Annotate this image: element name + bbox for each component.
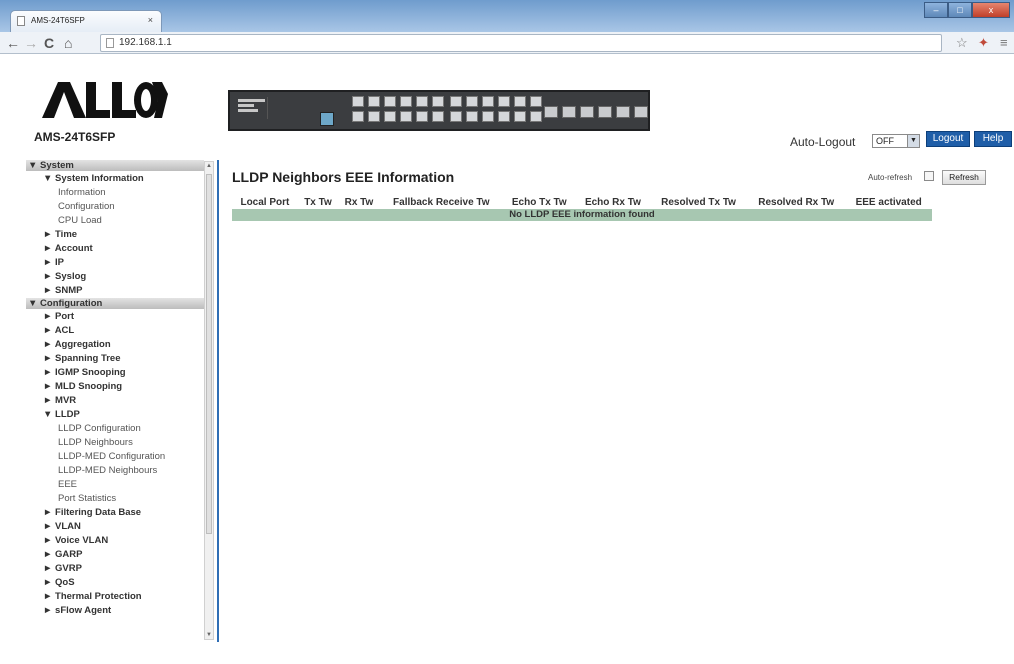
sfp-ports [544,106,648,118]
help-button[interactable]: Help [974,131,1012,147]
page-title: LLDP Neighbors EEE Information [232,169,455,185]
col-resolved-rx-tw: Resolved Rx Tw [758,196,835,208]
eee-neighbors-table: Local Port Tx Tw Rx Tw Fallback Receive … [232,195,932,221]
auto-logout-value: OFF [876,136,894,146]
alloy-logo-svg [42,82,168,118]
sidebar-item-account[interactable]: ► Account [26,242,204,256]
address-bar[interactable]: 192.168.1.1 [100,34,942,52]
sidebar-item-mld-snooping[interactable]: ► MLD Snooping [26,380,204,394]
switch-brand-label [236,97,268,119]
col-fallback-receive-tw: Fallback Receive Tw [393,196,490,208]
sidebar-item-ip[interactable]: ► IP [26,256,204,270]
sidebar-item-igmp-snooping[interactable]: ► IGMP Snooping [26,366,204,380]
close-window-button[interactable]: x [972,2,1010,18]
sidebar-configuration-header[interactable]: ▼ Configuration [26,298,204,309]
minimize-button[interactable]: – [924,2,948,18]
back-icon[interactable]: ← [6,34,20,52]
sidebar-item-garp[interactable]: ► GARP [26,548,204,562]
sidebar-system-information[interactable]: ▼ System Information [26,172,204,186]
sidebar-item-gvrp[interactable]: ► GVRP [26,562,204,576]
sidebar-item-information[interactable]: Information [26,186,204,200]
col-resolved-tx-tw: Resolved Tx Tw [661,196,736,208]
star-icon[interactable]: ☆ [956,35,968,51]
sidebar-item-sflow-agent[interactable]: ► sFlow Agent [26,604,204,618]
sidebar-item-port-statistics[interactable]: Port Statistics [26,492,204,506]
console-port [320,112,334,126]
col-eee-activated: EEE activated [855,196,922,208]
sidebar-item-thermal-protection[interactable]: ► Thermal Protection [26,590,204,604]
window-controls: – □ x [924,2,1010,18]
maximize-button[interactable]: □ [948,2,972,18]
sidebar-item-lldp[interactable]: ▼ LLDP [26,408,204,422]
page-icon [17,16,25,26]
col-rx-tw: Rx Tw [344,196,374,208]
auto-refresh-label: Auto-refresh [868,173,913,182]
browser-tab[interactable]: AMS-24T6SFP × [10,10,162,32]
sidebar-item-acl[interactable]: ► ACL [26,324,204,338]
refresh-button[interactable]: Refresh [942,170,986,185]
alloy-logo [40,80,170,120]
home-icon[interactable]: ⌂ [64,34,72,52]
sidebar-item-cpu-load[interactable]: CPU Load [26,214,204,228]
sidebar-item-vlan[interactable]: ► VLAN [26,520,204,534]
url-text: 192.168.1.1 [119,37,172,48]
sidebar-item-spanning-tree[interactable]: ► Spanning Tree [26,352,204,366]
empty-message: No LLDP EEE information found [232,209,932,221]
sidebar-item-aggregation[interactable]: ► Aggregation [26,338,204,352]
browser-toolbar: ← → C ⌂ 192.168.1.1 ☆ ✦ ≡ [0,32,1014,54]
sidebar-item-syslog[interactable]: ► Syslog [26,270,204,284]
browser-titlebar: AMS-24T6SFP × – □ x [0,0,1014,32]
sidebar-item-qos[interactable]: ► QoS [26,576,204,590]
table-row: No LLDP EEE information found [232,209,932,221]
table-header-row: Local Port Tx Tw Rx Tw Fallback Receive … [232,195,932,209]
sidebar-item-lldp-configuration[interactable]: LLDP Configuration [26,422,204,436]
sidebar-item-lldp-med-neighbours[interactable]: LLDP-MED Neighbours [26,464,204,478]
col-echo-tx-tw: Echo Tx Tw [511,196,567,208]
sidebar-system-header[interactable]: ▼ System [26,160,204,171]
tab-close-icon[interactable]: × [148,15,153,25]
sidebar-item-lldp-neighbours[interactable]: LLDP Neighbours [26,436,204,450]
chevron-down-icon: ▼ [907,135,919,147]
sidebar-item-voice-vlan[interactable]: ► Voice VLAN [26,534,204,548]
sidebar-nav: ▼ System ▼ System Information Informatio… [26,160,204,642]
sidebar-item-mvr[interactable]: ► MVR [26,394,204,408]
switch-front-panel-image [228,90,650,131]
scrollbar-thumb[interactable] [206,174,212,534]
col-tx-tw: Tx Tw [304,196,332,208]
sidebar-item-filtering-data-base[interactable]: ► Filtering Data Base [26,506,204,520]
col-echo-rx-tw: Echo Rx Tw [584,196,641,208]
col-local-port: Local Port [240,196,290,208]
scroll-up-icon[interactable]: ▲ [206,163,212,169]
frame-divider [217,160,219,642]
device-model: AMS-24T6SFP [34,130,116,144]
sidebar-scrollbar[interactable]: ▲ ▼ [204,161,214,640]
sidebar-item-port[interactable]: ► Port [26,310,204,324]
sidebar-item-lldp-med-configuration[interactable]: LLDP-MED Configuration [26,450,204,464]
tab-title: AMS-24T6SFP [31,16,85,25]
sidebar-item-eee[interactable]: EEE [26,478,204,492]
auto-logout-label: Auto-Logout [790,135,856,149]
logout-button[interactable]: Logout [926,131,970,147]
scroll-down-icon[interactable]: ▼ [206,632,212,638]
auto-refresh-checkbox[interactable] [924,171,934,181]
page-icon [106,38,114,48]
extension-icon[interactable]: ✦ [978,35,989,51]
menu-icon[interactable]: ≡ [1000,35,1008,51]
forward-icon[interactable]: → [24,34,38,52]
sidebar-item-configuration[interactable]: Configuration [26,200,204,214]
sidebar-item-time[interactable]: ► Time [26,228,204,242]
reload-icon[interactable]: C [44,34,54,52]
auto-logout-select[interactable]: OFF ▼ [872,134,920,148]
sidebar-item-snmp[interactable]: ► SNMP [26,284,204,298]
